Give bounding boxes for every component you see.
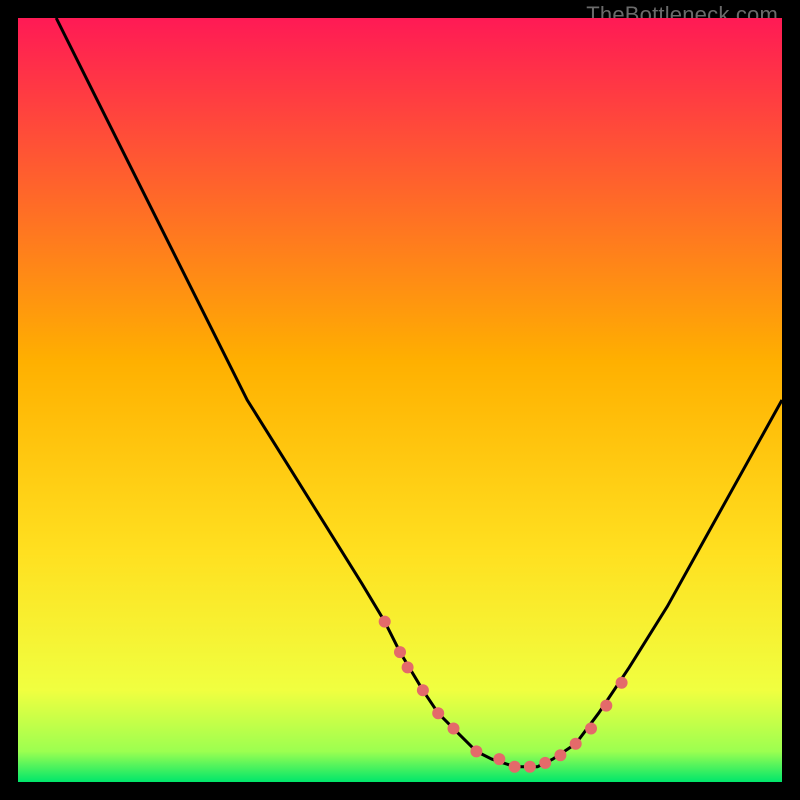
highlight-dot xyxy=(539,757,551,769)
highlight-dot xyxy=(585,723,597,735)
highlight-dot xyxy=(432,707,444,719)
highlight-dot xyxy=(402,661,414,673)
highlight-dot xyxy=(616,677,628,689)
highlight-dot xyxy=(509,761,521,773)
chart-frame xyxy=(18,18,782,782)
highlight-dot xyxy=(524,761,536,773)
highlight-dot xyxy=(448,723,460,735)
highlight-dot xyxy=(394,646,406,658)
highlight-dot xyxy=(417,684,429,696)
highlight-dot xyxy=(554,749,566,761)
highlight-dot xyxy=(570,738,582,750)
highlight-dot xyxy=(493,753,505,765)
bottleneck-chart xyxy=(18,18,782,782)
highlight-dot xyxy=(379,616,391,628)
gradient-background xyxy=(18,18,782,782)
highlight-dot xyxy=(470,745,482,757)
highlight-dot xyxy=(600,700,612,712)
